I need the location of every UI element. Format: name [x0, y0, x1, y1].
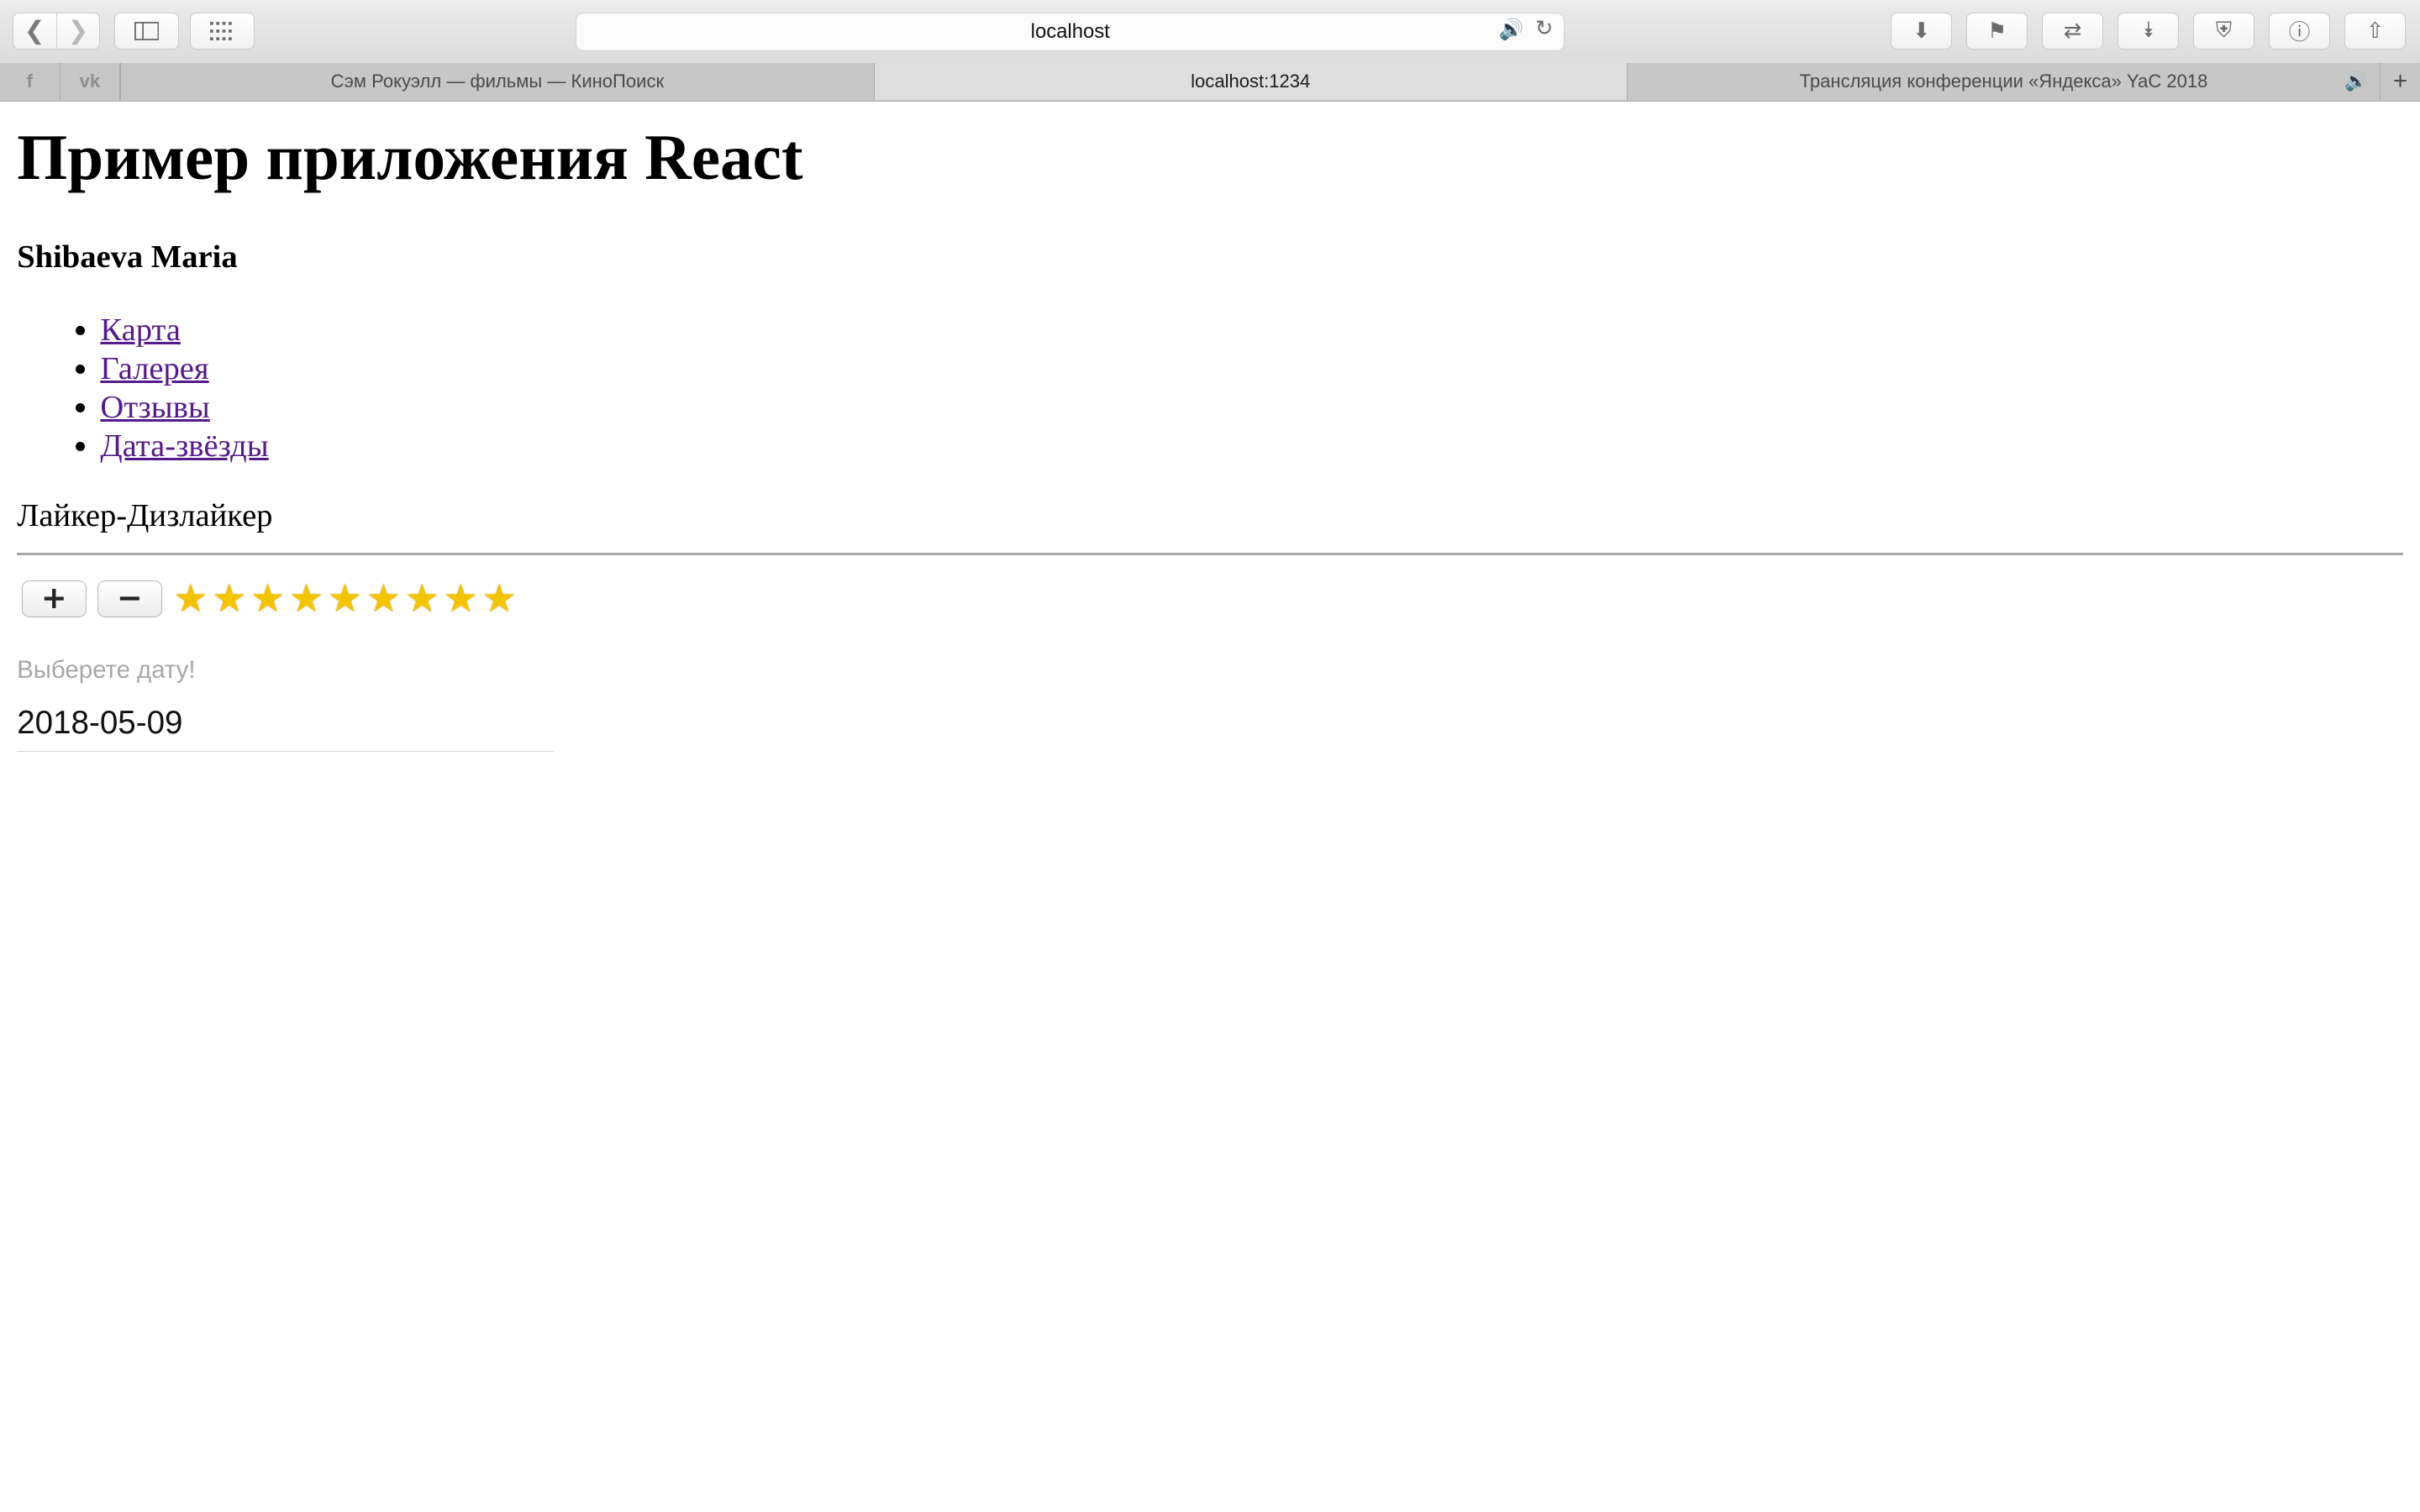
menu-item-map: Карта [100, 312, 2402, 350]
menu-link-map[interactable]: Карта [100, 312, 181, 348]
share-icon: ⇧ [2365, 18, 2385, 44]
menu-link-gallery[interactable]: Галерея [100, 351, 208, 386]
browser-toolbar: ❮ ❯ localhost 🔊 ↻ ⬇ ⚑ ⇄ ⯯ ⛨ ⓘ ⇧ [0, 0, 2420, 65]
arrows-swap-icon: ⇄ [2063, 18, 2082, 44]
star-icon: ★ [327, 576, 362, 620]
menu-item-reviews: Отзывы [100, 389, 2402, 428]
menu-item-date-stars: Дата-звёзды [100, 428, 2402, 466]
author-name: Shibaeva Maria [17, 239, 238, 275]
downloads-button[interactable]: ⬇ [1890, 12, 1953, 50]
password-manager-icon: ⓘ [2288, 20, 2311, 46]
grid-icon [209, 21, 232, 40]
date-picker[interactable]: Выберете дату! 2018-05-09 [17, 655, 555, 752]
share-button[interactable]: ⇧ [2344, 12, 2407, 50]
shield-icon: ⛨ [2216, 18, 2233, 44]
like-button[interactable]: + [21, 580, 87, 617]
pinned-tab-facebook[interactable]: f [0, 63, 60, 101]
star-icon: ★ [366, 576, 401, 620]
forward-icon[interactable]: ❯ [55, 13, 100, 49]
sidebar-toggle-button[interactable] [113, 12, 180, 50]
star-icon: ★ [250, 576, 286, 620]
liker-widget: + − ★ ★ ★ ★ ★ ★ ★ ★ ★ [17, 576, 2403, 620]
tab-bar: f vk Сэм Рокуэлл — фильмы — КиноПоиск lo… [0, 63, 2420, 102]
tab-label: localhost:1234 [1191, 71, 1311, 92]
section-title: Лайкер-Дизлайкер [17, 498, 273, 534]
audio-playing-icon[interactable]: 🔊 [1499, 18, 1524, 42]
tab-yac-2018[interactable]: Трансляция конференции «Яндекса» YaC 201… [1626, 63, 2380, 101]
menu-item-gallery: Галерея [100, 350, 2402, 389]
menu-link-date-stars[interactable]: Дата-звёзды [100, 428, 268, 464]
star-icon: ★ [443, 576, 478, 620]
star-icon: ★ [212, 576, 247, 620]
browser-window: ❮ ❯ localhost 🔊 ↻ ⬇ ⚑ ⇄ ⯯ ⛨ ⓘ ⇧ f vk Сэм… [0, 0, 2420, 1512]
back-icon[interactable]: ❮ [13, 13, 56, 49]
extension-button-1[interactable]: ⚑ [1965, 12, 2028, 50]
star-icon: ★ [288, 576, 324, 620]
extension-button-5[interactable]: ⓘ [2268, 12, 2331, 50]
tab-label: Трансляция конференции «Яндекса» YaC 201… [1799, 71, 2208, 92]
top-sites-button[interactable] [189, 12, 255, 50]
star-icon: ★ [404, 576, 439, 620]
url-text: localhost [1030, 19, 1110, 43]
extension-button-3[interactable]: ⯯ [2117, 12, 2180, 50]
sidebar-icon [134, 21, 160, 40]
pinned-tab-vk[interactable]: vk [60, 63, 121, 101]
extension-button-4[interactable]: ⛨ [2192, 12, 2255, 50]
plus-icon: + [2392, 67, 2408, 96]
tab-kinopoisk[interactable]: Сэм Рокуэлл — фильмы — КиноПоиск [120, 63, 873, 101]
page-title: Пример приложения React [17, 121, 803, 194]
vk-icon: vk [79, 71, 101, 92]
tab-label: Сэм Рокуэлл — фильмы — КиноПоиск [330, 71, 665, 92]
new-tab-button[interactable]: + [2380, 63, 2420, 101]
dislike-button[interactable]: − [97, 580, 162, 617]
date-input[interactable]: 2018-05-09 [17, 703, 555, 752]
reload-icon[interactable]: ↻ [1535, 16, 1554, 41]
save-down-icon: ⯯ [2141, 18, 2155, 44]
tab-localhost[interactable]: localhost:1234 [873, 63, 1627, 101]
page-content: Пример приложения React Shibaeva Maria К… [17, 102, 2403, 752]
extension-icon: ⚑ [1987, 18, 2007, 44]
facebook-icon: f [26, 71, 33, 92]
star-icon: ★ [173, 576, 208, 620]
date-placeholder: Выберете дату! [17, 655, 196, 684]
address-bar[interactable]: localhost 🔊 ↻ [576, 12, 1565, 51]
nav-menu: Карта Галерея Отзывы Дата-звёзды [17, 312, 2403, 466]
star-icon: ★ [481, 576, 517, 620]
stars-row: ★ ★ ★ ★ ★ ★ ★ ★ ★ [171, 576, 518, 620]
navigation-buttons: ❮ ❯ [12, 12, 101, 50]
divider [17, 552, 2403, 555]
tab-audio-icon[interactable]: 🔊 [2344, 71, 2367, 92]
download-icon: ⬇ [1912, 18, 1931, 44]
extension-button-2[interactable]: ⇄ [2041, 12, 2104, 50]
menu-link-reviews[interactable]: Отзывы [100, 390, 209, 425]
